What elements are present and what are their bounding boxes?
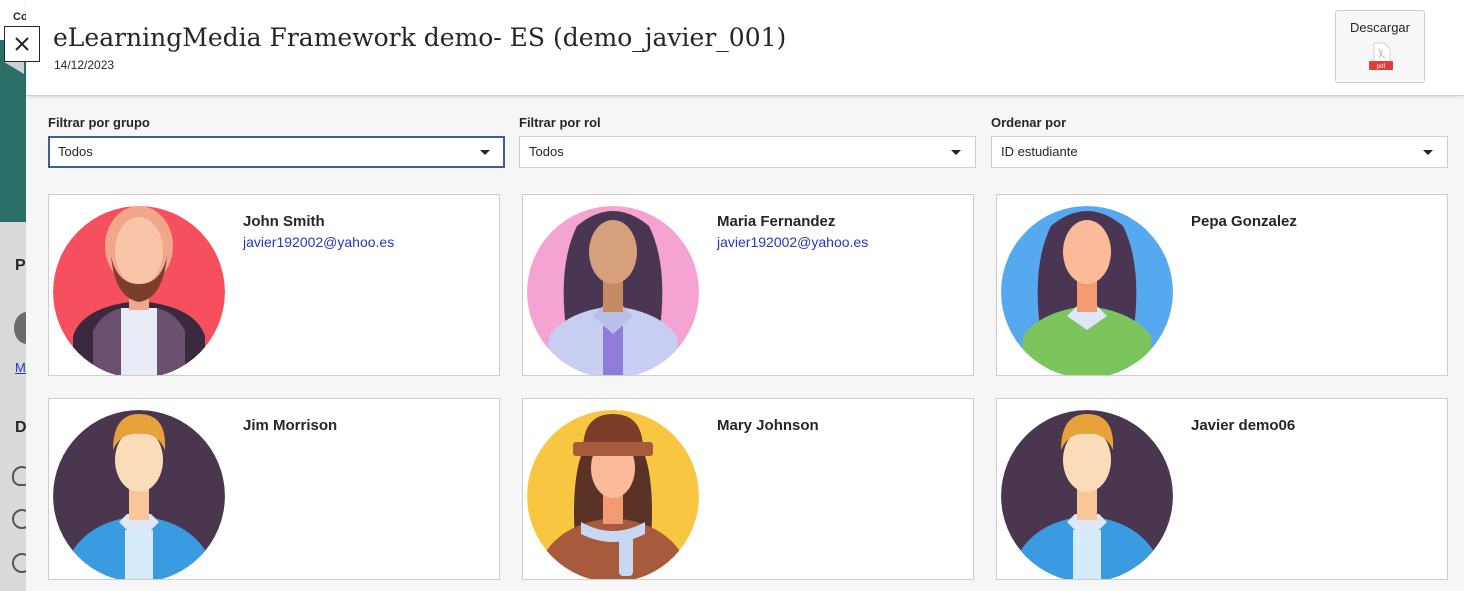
student-name: John Smith: [243, 213, 325, 230]
close-button[interactable]: [4, 26, 40, 62]
background-text-fragment: D: [15, 419, 26, 436]
student-avatar: [53, 206, 225, 375]
student-avatar: [1001, 206, 1173, 375]
page-title: eLearningMedia Framework demo- ES (demo_…: [53, 23, 787, 52]
student-avatar: [53, 410, 225, 579]
filter-group-value: Todos: [58, 144, 93, 159]
filter-role-label: Filtrar por rol: [519, 115, 601, 130]
download-button[interactable]: Descargar pdf: [1335, 10, 1425, 83]
chevron-down-icon: [1423, 150, 1433, 155]
student-card[interactable]: Jim Morrison: [48, 398, 500, 580]
sort-by-select[interactable]: ID estudiante: [991, 136, 1448, 168]
download-label: Descargar: [1350, 20, 1410, 35]
student-email-link[interactable]: javier192002@yahoo.es: [243, 234, 394, 250]
student-roster-panel: eLearningMedia Framework demo- ES (demo_…: [26, 0, 1464, 591]
student-avatar: [1001, 410, 1173, 579]
page-date: 14/12/2023: [54, 58, 115, 72]
filter-group-select[interactable]: Todos: [48, 136, 505, 168]
student-name: Maria Fernandez: [717, 213, 836, 230]
panel-header: eLearningMedia Framework demo- ES (demo_…: [26, 0, 1464, 96]
student-email-link[interactable]: javier192002@yahoo.es: [717, 234, 868, 250]
filter-role: Filtrar por rol Todos: [519, 115, 976, 168]
background-link-fragment: M: [15, 360, 26, 375]
background-overlay: [0, 222, 26, 591]
chevron-down-icon: [480, 150, 490, 155]
student-card[interactable]: Mary Johnson: [522, 398, 974, 580]
filter-group: Filtrar por grupo Todos: [48, 115, 505, 168]
sort-by: Ordenar por ID estudiante: [991, 115, 1448, 168]
chevron-down-icon: [951, 150, 961, 155]
pdf-icon: pdf: [1369, 42, 1393, 70]
student-name: Javier demo06: [1191, 417, 1296, 434]
student-card[interactable]: Maria Fernandez javier192002@yahoo.es: [522, 194, 974, 376]
student-name: Pepa Gonzalez: [1191, 213, 1297, 230]
background-page: Co P M D: [0, 0, 26, 591]
sort-by-label: Ordenar por: [991, 115, 1067, 130]
sort-by-value: ID estudiante: [1001, 144, 1078, 159]
student-name: Mary Johnson: [717, 417, 819, 434]
help-icon: [12, 509, 26, 529]
filter-role-value: Todos: [529, 144, 564, 159]
student-card[interactable]: John Smith javier192002@yahoo.es: [48, 194, 500, 376]
background-text-fragment: Co: [13, 11, 26, 23]
student-avatar: [527, 410, 699, 579]
student-name: Jim Morrison: [243, 417, 338, 434]
student-card[interactable]: Javier demo06: [996, 398, 1448, 580]
check-icon: [12, 553, 26, 573]
close-button-tab: [4, 62, 24, 74]
close-icon: [15, 37, 29, 51]
background-text-fragment: P: [15, 257, 26, 274]
user-icon: [12, 466, 26, 486]
pdf-icon-text: pdf: [1377, 64, 1386, 70]
student-card[interactable]: Pepa Gonzalez: [996, 194, 1448, 376]
student-avatar: [527, 206, 699, 375]
filter-role-select[interactable]: Todos: [519, 136, 976, 168]
filter-group-label: Filtrar por grupo: [48, 115, 150, 130]
